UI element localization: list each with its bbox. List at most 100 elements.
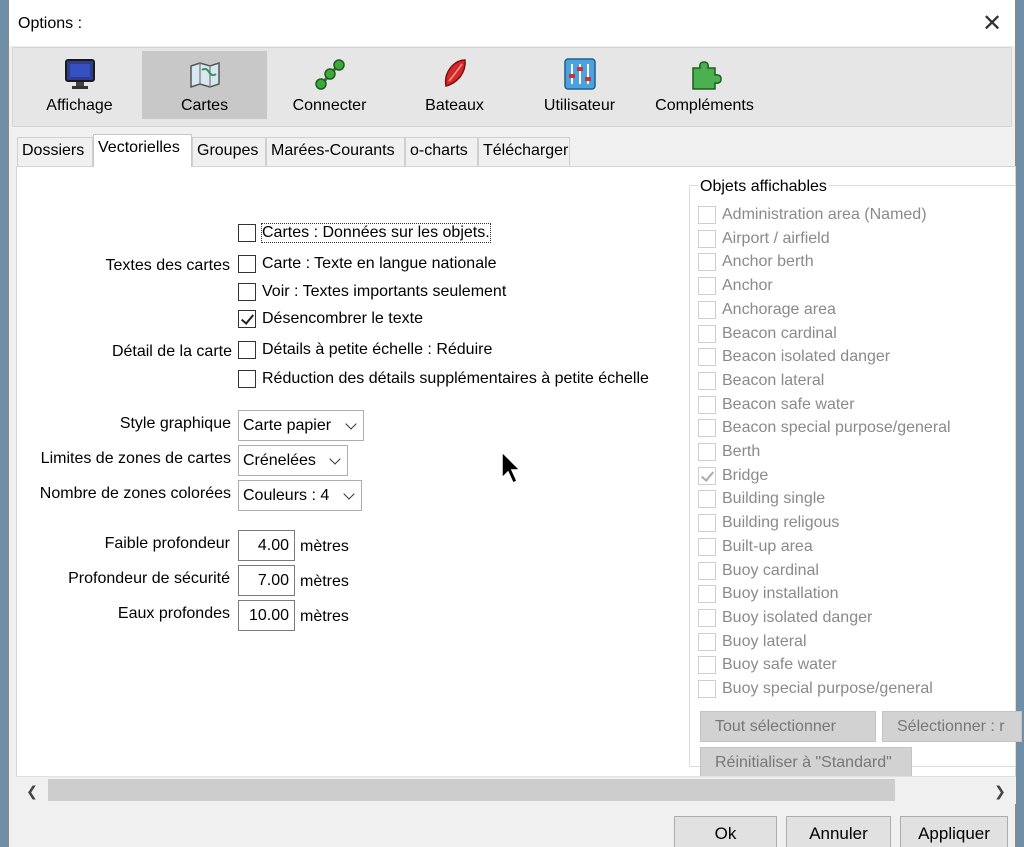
select-all-button[interactable]: Tout sélectionner bbox=[700, 711, 876, 742]
checkbox[interactable] bbox=[698, 680, 716, 698]
object-item[interactable]: Beacon special purpose/general bbox=[698, 417, 951, 439]
puzzle-icon bbox=[691, 61, 722, 90]
checkbox-desencombrer[interactable]: Désencombrer le texte bbox=[238, 310, 423, 328]
tab-vectorielles[interactable]: Vectorielles bbox=[93, 134, 192, 167]
checkbox[interactable] bbox=[698, 253, 716, 272]
checkbox[interactable] bbox=[698, 537, 716, 556]
window-title: Options : bbox=[18, 15, 83, 32]
toolbar-item-utilisateur[interactable]: Utilisateur bbox=[517, 51, 642, 119]
checkbox[interactable] bbox=[238, 224, 256, 242]
tab-dossiers[interactable]: Dossiers bbox=[17, 137, 93, 166]
monitor-icon bbox=[64, 59, 95, 89]
object-label: Anchorage area bbox=[722, 300, 836, 318]
checkbox-textes-importants[interactable]: Voir : Textes importants seulement bbox=[238, 283, 506, 301]
style-dropdown[interactable]: Carte papier bbox=[238, 410, 364, 441]
horizontal-scrollbar[interactable]: ❮ ❯ bbox=[16, 776, 1016, 804]
object-item[interactable]: Beacon safe water bbox=[698, 394, 855, 416]
checkbox-petite-echelle[interactable]: Détails à petite échelle : Réduire bbox=[238, 341, 492, 359]
mouse-cursor-icon bbox=[501, 450, 522, 485]
object-item[interactable]: Building religous bbox=[698, 512, 839, 534]
safety-label: Profondeur de sécurité bbox=[68, 570, 230, 587]
toolbar-item-cartes[interactable]: Cartes bbox=[142, 51, 267, 119]
style-label: Style graphique bbox=[119, 415, 231, 432]
object-item[interactable]: Built-up area bbox=[698, 536, 813, 558]
checkbox[interactable] bbox=[698, 632, 716, 651]
checkbox[interactable] bbox=[698, 277, 716, 296]
checkbox[interactable] bbox=[698, 443, 716, 461]
close-button[interactable]: ✕ bbox=[969, 0, 1015, 46]
toolbar-item-affichage[interactable]: Affichage bbox=[17, 51, 142, 119]
shallow-depth-input[interactable]: 4.00 bbox=[238, 530, 295, 561]
tab-marees-courants[interactable]: Marées-Courants bbox=[266, 137, 405, 166]
textes-label: Textes des cartes bbox=[105, 257, 231, 274]
select-none-button[interactable]: Sélectionner : r bbox=[882, 711, 1022, 742]
boat-icon bbox=[444, 59, 466, 87]
zones-dropdown[interactable]: Couleurs : 4 bbox=[238, 480, 362, 511]
checkbox[interactable] bbox=[698, 656, 716, 675]
object-item[interactable]: Beacon cardinal bbox=[698, 323, 837, 345]
object-item[interactable]: Beacon lateral bbox=[698, 370, 824, 392]
checkbox[interactable] bbox=[698, 206, 716, 224]
checkbox[interactable] bbox=[698, 585, 716, 604]
checkbox-reduction-details[interactable]: Réduction des détails supplémentaires à … bbox=[238, 370, 649, 388]
dropdown-value: Crénelées bbox=[243, 452, 316, 469]
reset-standard-button[interactable]: Réinitialiser à "Standard" bbox=[700, 747, 912, 778]
object-item[interactable]: Building single bbox=[698, 488, 825, 510]
ok-button[interactable]: Ok bbox=[674, 816, 777, 847]
toolbar-item-bateaux[interactable]: Bateaux bbox=[392, 51, 517, 119]
object-item[interactable]: Buoy safe water bbox=[698, 654, 837, 676]
checkbox[interactable] bbox=[698, 490, 716, 509]
object-item[interactable]: Anchorage area bbox=[698, 299, 836, 321]
scroll-right-icon[interactable]: ❯ bbox=[990, 781, 1010, 801]
deep-water-input[interactable]: 10.00 bbox=[238, 600, 295, 631]
object-item[interactable]: Buoy installation bbox=[698, 583, 839, 605]
checkbox[interactable] bbox=[698, 395, 716, 414]
object-item[interactable]: Beacon isolated danger bbox=[698, 346, 890, 368]
scroll-thumb[interactable] bbox=[48, 779, 895, 801]
checkbox[interactable] bbox=[238, 255, 256, 273]
object-item[interactable]: Anchor berth bbox=[698, 251, 814, 273]
object-label: Anchor bbox=[722, 277, 773, 295]
checkbox[interactable] bbox=[698, 229, 716, 248]
chevron-down-icon bbox=[345, 418, 357, 430]
object-item[interactable]: Administration area (Named) bbox=[698, 204, 927, 226]
checkbox[interactable] bbox=[238, 370, 256, 388]
safety-depth-input[interactable]: 7.00 bbox=[238, 565, 295, 596]
tab-groupes[interactable]: Groupes bbox=[192, 137, 266, 166]
checkbox[interactable] bbox=[698, 561, 716, 580]
object-item[interactable]: Buoy cardinal bbox=[698, 560, 819, 582]
object-item[interactable]: Buoy isolated danger bbox=[698, 607, 872, 629]
checkbox-langue-nationale[interactable]: Carte : Texte en langue nationale bbox=[238, 255, 497, 273]
objects-list[interactable]: Administration area (Named) Airport / air… bbox=[698, 204, 1016, 706]
tab-telecharger[interactable]: Télécharger bbox=[478, 137, 570, 166]
limits-label: Limites de zones de cartes bbox=[40, 450, 231, 467]
checkbox[interactable] bbox=[698, 608, 716, 627]
unit-label: mètres bbox=[300, 573, 349, 590]
object-item[interactable]: Airport / airfield bbox=[698, 228, 830, 250]
checkbox[interactable] bbox=[698, 466, 716, 485]
checkbox[interactable] bbox=[238, 310, 256, 328]
checkbox[interactable] bbox=[698, 514, 716, 533]
checkbox[interactable] bbox=[238, 341, 256, 359]
dropdown-value: Carte papier bbox=[243, 417, 332, 434]
object-item[interactable]: Bridge bbox=[698, 465, 768, 487]
checkbox[interactable] bbox=[698, 324, 716, 343]
toolbar-item-complements[interactable]: Compléments bbox=[642, 51, 767, 119]
object-item[interactable]: Buoy special purpose/general bbox=[698, 678, 933, 700]
checkbox[interactable] bbox=[698, 371, 716, 390]
checkbox[interactable] bbox=[238, 283, 256, 301]
scroll-left-icon[interactable]: ❮ bbox=[22, 781, 42, 801]
cancel-button[interactable]: Annuler bbox=[786, 816, 891, 847]
toolbar-item-connecter[interactable]: Connecter bbox=[267, 51, 392, 119]
checkbox[interactable] bbox=[698, 300, 716, 319]
checkbox[interactable] bbox=[698, 419, 716, 438]
object-item[interactable]: Buoy lateral bbox=[698, 631, 807, 653]
object-label: Buoy special purpose/general bbox=[722, 680, 933, 697]
apply-button[interactable]: Appliquer bbox=[900, 816, 1008, 847]
object-item[interactable]: Berth bbox=[698, 441, 760, 463]
checkbox[interactable] bbox=[698, 348, 716, 367]
checkbox-donnees-objets[interactable]: Cartes : Données sur les objets. bbox=[238, 223, 491, 243]
limits-dropdown[interactable]: Crénelées bbox=[238, 445, 348, 476]
tab-o-charts[interactable]: o-charts bbox=[405, 137, 478, 166]
object-item[interactable]: Anchor bbox=[698, 275, 773, 297]
